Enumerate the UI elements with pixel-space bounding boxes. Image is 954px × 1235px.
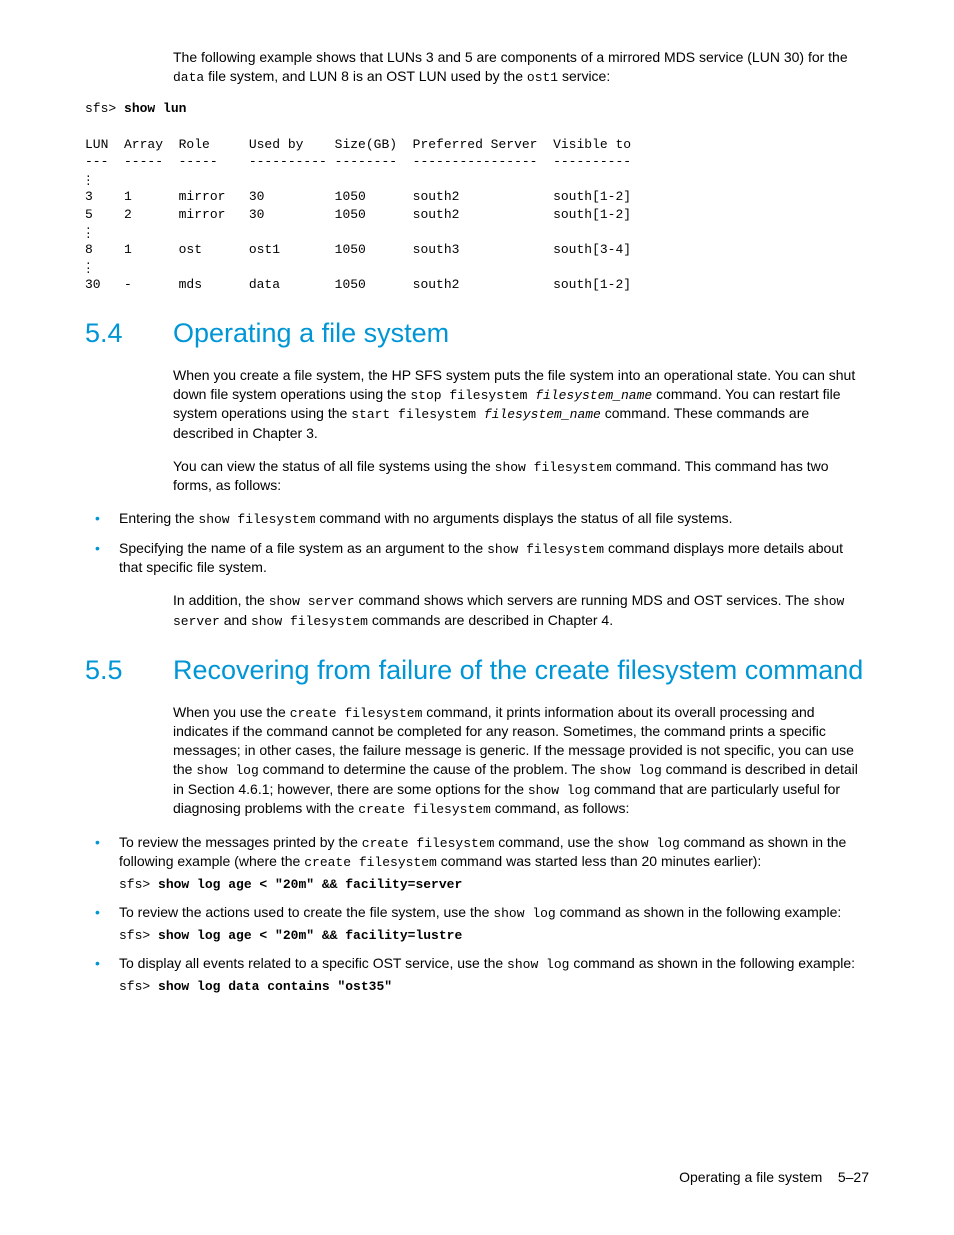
text: command with no arguments displays the s…	[315, 510, 732, 526]
v-dots-icon: . . .	[85, 260, 92, 273]
text: To display all events related to a speci…	[119, 955, 507, 971]
cmd-example: sfs> show log age < "20m" && facility=lu…	[119, 927, 869, 945]
text: Specifying the name of a file system as …	[119, 540, 487, 556]
footer-title: Operating a file system	[679, 1169, 822, 1185]
bullet-item: To display all events related to a speci…	[85, 954, 869, 995]
text: command, as follows:	[491, 800, 630, 816]
text: When you use the	[173, 704, 290, 720]
prompt: sfs>	[119, 928, 158, 943]
lun-header: LUN Array Role Used by Size(GB) Preferre…	[85, 137, 631, 152]
sec55-p1: When you use the create filesystem comma…	[173, 703, 869, 819]
intro-text-c: service:	[558, 68, 610, 84]
lun-row-2: 8 1 ost ost1 1050 south3 south[3-4]	[85, 242, 631, 257]
code: show filesystem	[487, 542, 604, 557]
sec54-p2: You can view the status of all file syst…	[173, 457, 869, 495]
intro-code-2: ost1	[527, 70, 558, 85]
bullet-item: Specifying the name of a file system as …	[85, 539, 869, 577]
text: and	[220, 612, 251, 628]
section-number: 5.5	[85, 652, 173, 688]
code: show log	[599, 763, 661, 778]
footer-page-number: 5–27	[838, 1169, 869, 1185]
bullet-item: To review the messages printed by the cr…	[85, 833, 869, 894]
code: create filesystem	[290, 706, 423, 721]
code: stop filesystem	[410, 388, 535, 403]
prompt: sfs>	[119, 877, 158, 892]
lun-divider: --- ----- ----- ---------- -------- ----…	[85, 154, 631, 169]
bullet-item: To review the actions used to create the…	[85, 903, 869, 944]
prompt: sfs>	[119, 979, 158, 994]
code: show server	[269, 594, 355, 609]
code: create filesystem	[362, 836, 495, 851]
text: command, use the	[494, 834, 617, 850]
code-italic: filesystem_name	[484, 407, 601, 422]
text: To review the actions used to create the…	[119, 904, 493, 920]
page-footer: Operating a file system 5–27	[679, 1169, 869, 1185]
intro-text-b: file system, and LUN 8 is an OST LUN use…	[204, 68, 527, 84]
code: create filesystem	[304, 855, 437, 870]
v-dots-icon: . . .	[85, 225, 92, 238]
code: show log	[507, 957, 569, 972]
code: show filesystem	[495, 460, 612, 475]
sec54-p3: In addition, the show server command sho…	[173, 591, 869, 630]
intro-paragraph: The following example shows that LUNs 3 …	[173, 48, 869, 86]
code: show filesystem	[251, 614, 368, 629]
intro-text-a: The following example shows that LUNs 3 …	[173, 49, 848, 65]
show-lun-cmd: show lun	[124, 101, 186, 116]
text: To review the messages printed by the	[119, 834, 362, 850]
cmd: show log data contains "ost35"	[158, 979, 392, 994]
cmd-example: sfs> show log data contains "ost35"	[119, 978, 869, 996]
prompt: sfs>	[85, 101, 124, 116]
code: show log	[617, 836, 679, 851]
text: In addition, the	[173, 592, 269, 608]
code-italic: filesystem_name	[535, 388, 652, 403]
code: show log	[528, 783, 590, 798]
text: command shows which servers are running …	[355, 592, 814, 608]
code: show log	[196, 763, 258, 778]
text: command was started less than 20 minutes…	[437, 853, 761, 869]
sec54-bullets: Entering the show filesystem command wit…	[85, 509, 869, 577]
cmd-example: sfs> show log age < "20m" && facility=se…	[119, 876, 869, 894]
text: You can view the status of all file syst…	[173, 458, 495, 474]
intro-code-1: data	[173, 70, 204, 85]
code: create filesystem	[358, 802, 491, 817]
section-5-5-heading: 5.5 Recovering from failure of the creat…	[85, 652, 869, 688]
lun-row-1: 5 2 mirror 30 1050 south2 south[1-2]	[85, 207, 631, 222]
section-5-4-heading: 5.4 Operating a file system	[85, 315, 869, 351]
code: show log	[493, 906, 555, 921]
sec55-bullets: To review the messages printed by the cr…	[85, 833, 869, 996]
cmd: show log age < "20m" && facility=server	[158, 877, 462, 892]
section-number: 5.4	[85, 315, 173, 351]
show-lun-output: sfs> show lun LUN Array Role Used by Siz…	[85, 100, 869, 293]
cmd: show log age < "20m" && facility=lustre	[158, 928, 462, 943]
code: start filesystem	[351, 407, 484, 422]
page-content: The following example shows that LUNs 3 …	[0, 0, 954, 1050]
lun-row-3: 30 - mds data 1050 south2 south[1-2]	[85, 277, 631, 292]
text: Entering the	[119, 510, 198, 526]
lun-row-0: 3 1 mirror 30 1050 south2 south[1-2]	[85, 189, 631, 204]
text: command as shown in the following exampl…	[569, 955, 855, 971]
section-title: Operating a file system	[173, 315, 449, 351]
text: command to determine the cause of the pr…	[259, 761, 600, 777]
v-dots-icon: . . .	[85, 173, 92, 186]
sec54-p1: When you create a file system, the HP SF…	[173, 366, 869, 443]
bullet-item: Entering the show filesystem command wit…	[85, 509, 869, 529]
code: show filesystem	[198, 512, 315, 527]
section-title: Recovering from failure of the create fi…	[173, 652, 863, 688]
text: commands are described in Chapter 4.	[368, 612, 613, 628]
text: command as shown in the following exampl…	[556, 904, 842, 920]
